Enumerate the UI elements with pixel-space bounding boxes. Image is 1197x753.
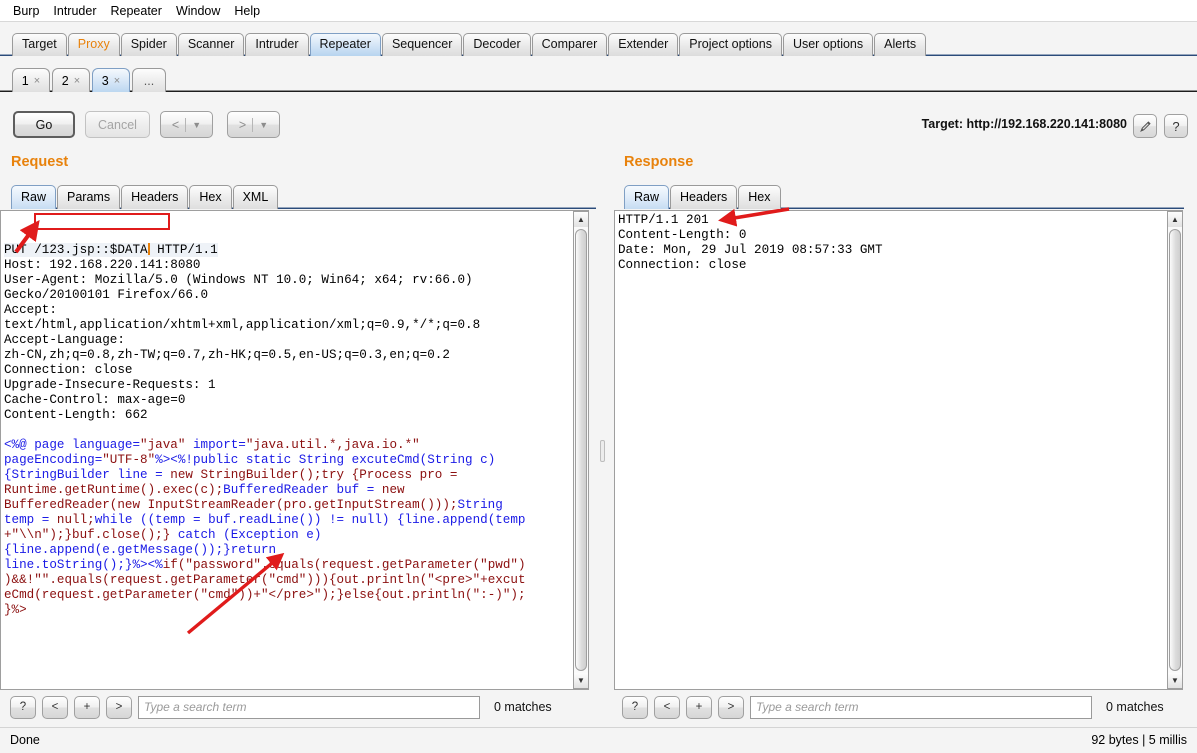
close-icon[interactable]: × <box>74 75 80 87</box>
annotation-arrow-status-code <box>718 207 790 227</box>
response-tab-hex[interactable]: Hex <box>738 185 781 209</box>
tab-scanner[interactable]: Scanner <box>177 33 245 56</box>
request-tab-headers[interactable]: Headers <box>121 185 189 209</box>
close-icon[interactable]: × <box>114 75 120 87</box>
tab-proxy[interactable]: Proxy <box>67 33 120 56</box>
response-tab-headers[interactable]: Headers <box>670 185 738 209</box>
close-icon[interactable]: × <box>34 75 40 87</box>
annotation-arrow-host <box>14 219 40 254</box>
request-tab-params[interactable]: Params <box>57 185 121 209</box>
tab-alerts[interactable]: Alerts <box>874 33 927 56</box>
repeater-tab-moremoremore[interactable]: ... <box>132 68 166 92</box>
tab-repeater[interactable]: Repeater <box>309 33 381 56</box>
tab-comparer[interactable]: Comparer <box>531 33 608 56</box>
burp-suite-window: Burp Intruder Repeater Window Help Target Pro… <box>0 0 1197 753</box>
annotation-arrows <box>14 207 790 635</box>
tab-user-options[interactable]: User options <box>782 33 874 56</box>
annotation-arrow-cmd <box>186 552 285 635</box>
tab-project-options[interactable]: Project options <box>679 33 782 56</box>
response-tab-raw[interactable]: Raw <box>624 185 670 209</box>
repeater-tab-label: ... <box>143 73 155 88</box>
request-tab-xml[interactable]: XML <box>232 185 279 209</box>
repeater-tab-1[interactable]: 1 × <box>12 68 50 92</box>
request-tab-hex[interactable]: Hex <box>189 185 232 209</box>
repeater-tab-label: 2 <box>61 73 69 88</box>
repeater-tab-3[interactable]: 3 × <box>92 68 130 92</box>
repeater-tab-label: 3 <box>101 73 109 88</box>
tab-intruder[interactable]: Intruder <box>245 33 309 56</box>
tab-target[interactable]: Target <box>12 33 67 56</box>
tab-extender[interactable]: Extender <box>608 33 679 56</box>
repeater-tab-label: 1 <box>21 73 29 88</box>
tab-decoder[interactable]: Decoder <box>463 33 531 56</box>
tab-sequencer[interactable]: Sequencer <box>381 33 463 56</box>
repeater-tab-2[interactable]: 2 × <box>52 68 90 92</box>
tab-spider[interactable]: Spider <box>120 33 177 56</box>
request-tab-raw[interactable]: Raw <box>11 185 57 209</box>
